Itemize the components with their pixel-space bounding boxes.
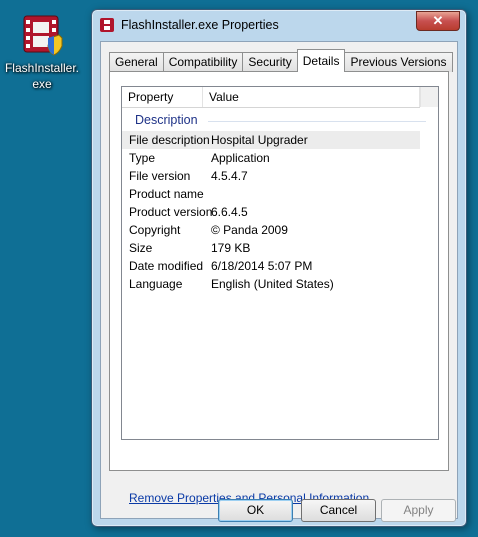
dialog-client-area: General Compatibility Security Details P… bbox=[100, 41, 458, 522]
property-value: 4.5.4.7 bbox=[211, 169, 248, 183]
property-value: 6.6.4.5 bbox=[211, 205, 248, 219]
group-header-description[interactable]: Description bbox=[126, 112, 426, 130]
close-button[interactable]: ✕ bbox=[416, 11, 460, 31]
property-name: Date modified bbox=[129, 259, 204, 273]
property-value: © Panda 2009 bbox=[211, 223, 288, 237]
table-row[interactable]: Size 179 KB bbox=[122, 239, 438, 257]
properties-window: FlashInstaller.exe Properties ✕ General … bbox=[91, 9, 467, 527]
film-strip-shield-icon bbox=[21, 14, 63, 56]
table-row[interactable]: Product version 6.6.4.5 bbox=[122, 203, 438, 221]
table-row[interactable]: File description Hospital Upgrader bbox=[122, 131, 420, 149]
details-tab-panel: Property Value Description File descript… bbox=[109, 71, 449, 505]
table-row[interactable]: Language English (United States) bbox=[122, 275, 438, 293]
property-name: File description bbox=[129, 133, 210, 147]
property-value: 179 KB bbox=[211, 241, 251, 255]
property-value: Hospital Upgrader bbox=[211, 133, 308, 147]
table-row[interactable]: File version 4.5.4.7 bbox=[122, 167, 438, 185]
table-row[interactable]: Date modified 6/18/2014 5:07 PM bbox=[122, 257, 438, 275]
column-header-property[interactable]: Property bbox=[122, 87, 203, 107]
property-name: Language bbox=[129, 277, 183, 291]
title-bar[interactable]: FlashInstaller.exe Properties ✕ bbox=[92, 10, 466, 40]
desktop-icon-flashinstaller[interactable]: FlashInstaller. exe bbox=[2, 14, 82, 92]
property-name: Product name bbox=[129, 187, 204, 201]
property-value: 6/18/2014 5:07 PM bbox=[211, 259, 313, 273]
apply-button[interactable]: Apply bbox=[381, 499, 456, 522]
property-value: English (United States) bbox=[211, 277, 334, 291]
column-header-value[interactable]: Value bbox=[203, 87, 420, 107]
property-name: Size bbox=[129, 241, 153, 255]
property-value: Application bbox=[211, 151, 270, 165]
property-rows: File description Hospital Upgrader Type … bbox=[122, 131, 438, 293]
window-title: FlashInstaller.exe Properties bbox=[121, 18, 279, 32]
list-header: Property Value bbox=[122, 87, 420, 108]
tab-security[interactable]: Security bbox=[242, 52, 298, 72]
property-name: Type bbox=[129, 151, 156, 165]
tab-strip: General Compatibility Security Details P… bbox=[109, 49, 453, 72]
tab-details[interactable]: Details bbox=[296, 49, 346, 72]
property-name: Copyright bbox=[129, 223, 181, 237]
film-strip-icon bbox=[99, 17, 115, 33]
details-list[interactable]: Property Value Description File descript… bbox=[121, 86, 439, 440]
header-filler bbox=[420, 87, 438, 107]
property-name: Product version bbox=[129, 205, 213, 219]
cancel-button[interactable]: Cancel bbox=[301, 499, 376, 522]
tab-compatibility[interactable]: Compatibility bbox=[162, 52, 244, 72]
desktop-icon-label: FlashInstaller. exe bbox=[4, 61, 80, 91]
table-row[interactable]: Copyright © Panda 2009 bbox=[122, 221, 438, 239]
table-row[interactable]: Type Application bbox=[122, 149, 438, 167]
tab-general[interactable]: General bbox=[109, 52, 164, 72]
table-row[interactable]: Product name bbox=[122, 185, 438, 203]
group-label: Description bbox=[135, 113, 198, 127]
tab-previous-versions[interactable]: Previous Versions bbox=[344, 52, 453, 72]
ok-button[interactable]: OK bbox=[218, 499, 293, 522]
group-divider bbox=[208, 121, 426, 122]
property-name: File version bbox=[129, 169, 191, 183]
